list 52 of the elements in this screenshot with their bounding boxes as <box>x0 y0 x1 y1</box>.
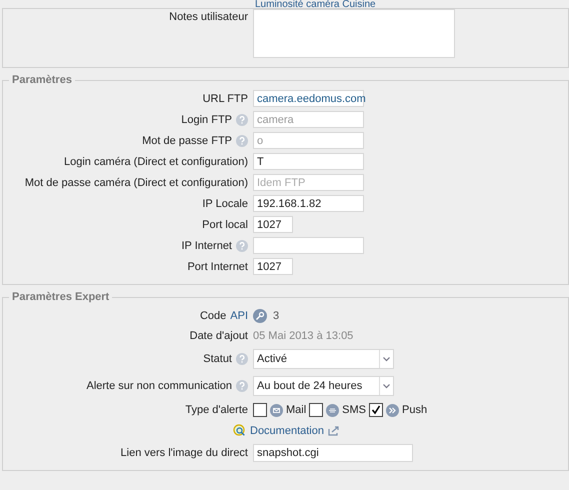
section-title: Paramètres <box>11 74 73 86</box>
checkbox[interactable] <box>309 403 324 417</box>
help-icon[interactable] <box>236 134 248 146</box>
checkbox[interactable] <box>369 403 384 417</box>
notes-field[interactable] <box>253 9 455 58</box>
text-field[interactable]: snapshot.cgi <box>253 444 413 462</box>
text-field[interactable]: 192.168.1.82 <box>253 195 364 212</box>
field-label: IP Internet <box>181 240 232 252</box>
dropdown[interactable]: Activé <box>253 349 394 369</box>
checkbox[interactable] <box>253 403 267 417</box>
text-field[interactable]: T <box>253 153 364 170</box>
field-label: Statut <box>203 353 232 365</box>
key-icon[interactable] <box>253 309 267 323</box>
field-label: Lien vers l'image du direct <box>120 447 248 459</box>
option-label: Mail <box>286 404 306 416</box>
field-label: Login caméra (Direct et configuration) <box>64 156 248 168</box>
field-label: Type d'alerte <box>185 404 248 416</box>
message-icon <box>326 404 340 416</box>
field-label: Alerte sur non communication <box>86 380 232 392</box>
camera-link[interactable]: Luminosité caméra Cuisine <box>255 0 569 10</box>
help-icon[interactable] <box>236 380 248 392</box>
field-label: Notes utilisateur <box>169 11 248 23</box>
documentation-link[interactable]: Documentation <box>250 424 324 436</box>
date-value: 05 Mai 2013 à 13:05 <box>253 330 354 342</box>
section-title: Paramètres Expert <box>11 291 110 303</box>
field-label: IP Locale <box>202 198 248 210</box>
field-label: Mot de passe FTP <box>142 134 232 146</box>
field-label: Port local <box>202 218 248 230</box>
api-code: 3 <box>273 310 280 322</box>
field-label: Code <box>200 310 226 322</box>
forward-icon <box>386 404 400 416</box>
field-label: Port Internet <box>187 260 248 272</box>
field-label: Mot de passe caméra (Direct et configuration) <box>24 176 248 188</box>
option-label: SMS <box>342 404 366 416</box>
external-link-icon[interactable] <box>328 426 340 436</box>
chevron-down-icon[interactable] <box>379 377 393 395</box>
text-field[interactable]: 1027 <box>253 258 293 275</box>
dropdown[interactable]: Au bout de 24 heures <box>253 376 394 396</box>
field-label: Login FTP <box>181 114 232 126</box>
field-label: Date d'ajout <box>190 330 248 342</box>
field-label: URL FTP <box>202 92 248 104</box>
text-field[interactable]: camera.eedomus.com <box>253 90 364 107</box>
help-icon[interactable] <box>236 240 248 252</box>
chevron-down-icon[interactable] <box>379 350 393 368</box>
help-icon[interactable] <box>236 114 248 126</box>
option-label: Push <box>402 404 428 416</box>
help-icon[interactable] <box>236 353 248 365</box>
text-field[interactable]: 1027 <box>253 216 293 233</box>
magnifier-icon <box>233 424 246 437</box>
api-link[interactable]: API <box>230 310 248 322</box>
envelope-icon <box>270 404 283 416</box>
text-field[interactable] <box>253 237 364 254</box>
